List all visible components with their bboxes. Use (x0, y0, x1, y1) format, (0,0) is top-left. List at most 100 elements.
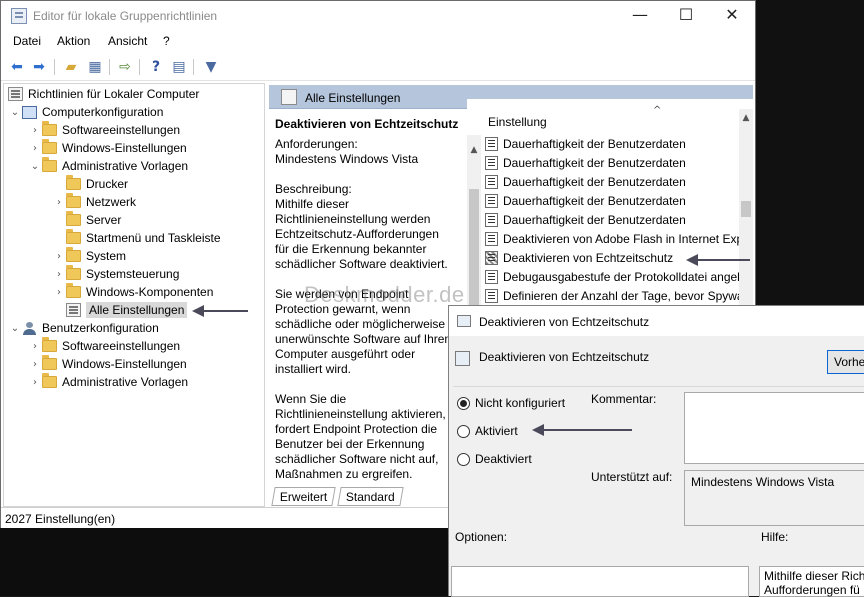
list-item[interactable]: Debugausgabestufe der Protokolldatei ang… (485, 267, 739, 286)
chevron-down-icon[interactable]: ⌄ (8, 107, 22, 118)
back-icon[interactable]: ⬅ (7, 57, 27, 77)
title-bar[interactable]: Editor für lokale Gruppenrichtlinien — ☐… (1, 1, 755, 31)
scrollbar[interactable]: ▲ (467, 135, 481, 305)
tree-item-systemsteuerung[interactable]: › Systemsteuerung (48, 265, 179, 283)
menu-datei[interactable]: Datei (13, 34, 41, 48)
toolbar: ⬅ ➡ ▰ ▦ ⇨ ? ▤ ▼ (1, 53, 755, 81)
radio-button[interactable] (457, 396, 470, 410)
list-item[interactable]: Dauerhaftigkeit der Benutzerdaten (485, 191, 739, 210)
help-label: Hilfe: (761, 530, 789, 544)
minimize-button[interactable]: — (617, 1, 663, 31)
scroll-up-icon[interactable]: ▲ (739, 113, 753, 123)
comment-field[interactable] (684, 392, 864, 464)
list-item[interactable]: Deaktivieren von Adobe Flash in Internet… (485, 229, 739, 248)
tree-label: Windows-Einstellungen (62, 141, 187, 155)
chevron-right-icon[interactable]: › (28, 377, 42, 388)
folder-icon (42, 121, 57, 136)
navigation-tree: Richtlinien für Lokaler Computer ⌄ Compu… (3, 83, 265, 507)
folder-icon (66, 247, 81, 262)
chevron-right-icon[interactable]: › (52, 287, 66, 298)
radio-label: Deaktiviert (475, 452, 532, 466)
pane-title: Alle Einstellungen (305, 91, 401, 105)
tree-item-netzwerk[interactable]: › Netzwerk (48, 193, 136, 211)
tree-item-computer[interactable]: ⌄ Computerkonfiguration (8, 103, 164, 121)
properties-icon[interactable]: ▤ (169, 57, 189, 77)
tree-item-alle-einstellungen[interactable]: Alle Einstellungen (52, 301, 188, 319)
column-header-einstellung[interactable]: Einstellung (488, 115, 547, 129)
export-list-icon[interactable]: ⇨ (115, 57, 135, 77)
folder-icon (66, 211, 81, 226)
show-hide-tree-icon[interactable]: ▦ (85, 57, 105, 77)
close-button[interactable]: ✕ (709, 1, 755, 31)
policy-dialog: Deaktivieren von Echtzeitschutz Deaktivi… (448, 305, 864, 597)
list-item[interactable]: Dauerhaftigkeit der Benutzerdaten (485, 210, 739, 229)
supported-field: Mindestens Windows Vista (684, 470, 864, 526)
maximize-button[interactable]: ☐ (663, 1, 709, 31)
tree-item-software[interactable]: › Softwareeinstellungen (28, 121, 180, 139)
radio-not-configured[interactable]: Nicht konfiguriert (457, 396, 565, 410)
gpedit-app-icon (11, 8, 27, 24)
tree-label: Administrative Vorlagen (62, 159, 189, 173)
options-panel (451, 566, 749, 597)
chevron-down-icon[interactable]: ⌄ (8, 323, 22, 334)
chevron-right-icon[interactable]: › (28, 125, 42, 136)
radio-button[interactable] (457, 452, 470, 466)
toolbar-separator (139, 59, 140, 75)
chevron-right-icon[interactable]: › (28, 341, 42, 352)
scrollbar-thumb[interactable] (741, 201, 751, 217)
policy-setting-icon (485, 231, 498, 246)
chevron-right-icon[interactable]: › (52, 269, 66, 280)
tree-label: Computerkonfiguration (42, 105, 164, 119)
tree-item-server[interactable]: Server (52, 211, 121, 229)
radio-disabled[interactable]: Deaktiviert (457, 452, 532, 466)
tree-item-windows-komponenten[interactable]: › Windows-Komponenten (48, 283, 213, 301)
tree-label: Administrative Vorlagen (62, 375, 189, 389)
up-folder-icon[interactable]: ▰ (61, 57, 81, 77)
menu-help[interactable]: ? (163, 34, 170, 48)
background-desktop (0, 528, 448, 596)
policy-setting-icon (485, 174, 498, 189)
list-item[interactable]: Dauerhaftigkeit der Benutzerdaten (485, 172, 739, 191)
folder-icon (42, 373, 57, 388)
tree-item-admin[interactable]: ⌄ Administrative Vorlagen (28, 157, 188, 175)
scrollbar-thumb[interactable] (469, 189, 479, 305)
menu-aktion[interactable]: Aktion (57, 34, 90, 48)
chevron-right-icon[interactable]: › (28, 143, 42, 154)
tree-item-windows[interactable]: › Windows-Einstellungen (28, 139, 187, 157)
chevron-right-icon[interactable]: › (52, 251, 66, 262)
radio-enabled[interactable]: Aktiviert (457, 424, 518, 438)
scroll-up-icon[interactable]: ▲ (467, 145, 481, 155)
tree-item-root[interactable]: Richtlinien für Lokaler Computer (8, 85, 199, 103)
tree-label: Server (86, 213, 122, 227)
tree-item-user-admin[interactable]: › Administrative Vorlagen (28, 373, 188, 391)
help-icon[interactable]: ? (146, 57, 166, 77)
tree-item-user[interactable]: ⌄ Benutzerkonfiguration (8, 319, 159, 337)
tree-item-user-software[interactable]: › Softwareeinstellungen (28, 337, 180, 355)
tree-item-startmenu[interactable]: Startmenü und Taskleiste (52, 229, 221, 247)
tree-item-user-windows[interactable]: › Windows-Einstellungen (28, 355, 187, 373)
chevron-right-icon[interactable]: › (52, 197, 66, 208)
previous-setting-button[interactable]: Vorhe (827, 350, 864, 374)
help-panel: Mithilfe dieser Richt Aufforderungen fü (759, 566, 864, 597)
scrollbar[interactable]: ▲ (739, 109, 753, 306)
radio-button[interactable] (457, 424, 470, 438)
tree-item-drucker[interactable]: Drucker (52, 175, 128, 193)
list-item[interactable]: Definieren der Anzahl der Tage, bevor Sp… (485, 286, 739, 305)
computer-icon (22, 105, 37, 119)
tab-standard[interactable]: Standard (337, 487, 404, 506)
list-item-selected[interactable]: Deaktivieren von Echtzeitschutz (485, 248, 739, 267)
menu-ansicht[interactable]: Ansicht (108, 34, 147, 48)
list-item[interactable]: Dauerhaftigkeit der Benutzerdaten (485, 153, 739, 172)
chevron-down-icon[interactable]: ⌄ (28, 161, 42, 172)
folder-icon (66, 283, 81, 298)
forward-icon[interactable]: ➡ (29, 57, 49, 77)
description-title: Deaktivieren von Echtzeitschutz (275, 117, 459, 131)
tree-item-system[interactable]: › System (48, 247, 126, 265)
filter-icon[interactable]: ▼ (201, 57, 221, 77)
dialog-title-bar[interactable]: Deaktivieren von Echtzeitschutz (449, 306, 864, 336)
tab-erweitert[interactable]: Erweitert (271, 487, 337, 506)
window-title: Editor für lokale Gruppenrichtlinien (33, 9, 218, 23)
status-text: 2027 Einstellung(en) (5, 512, 116, 526)
chevron-right-icon[interactable]: › (28, 359, 42, 370)
list-item[interactable]: Dauerhaftigkeit der Benutzerdaten (485, 134, 739, 153)
